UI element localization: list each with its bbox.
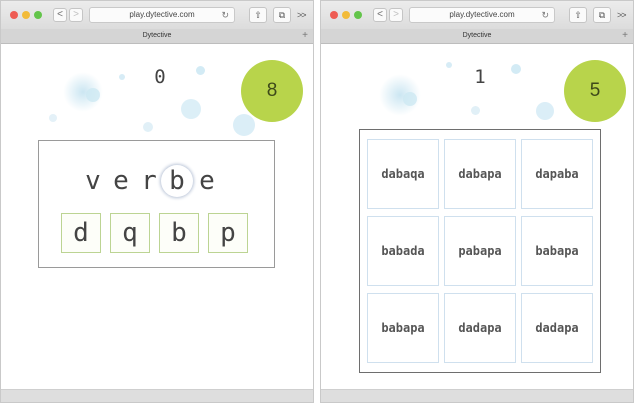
back-button[interactable]: < [373, 8, 387, 22]
close-window-button[interactable] [10, 11, 18, 19]
share-icon[interactable]: ⇧ [249, 7, 267, 23]
forward-button[interactable]: > [69, 8, 83, 22]
word-letter: e [199, 166, 215, 196]
url-text: play.dytective.com [449, 10, 515, 19]
background-bubble [511, 64, 521, 74]
score-counter: 0 [154, 66, 166, 88]
more-chevron-icon[interactable]: >> [617, 10, 626, 20]
minimize-window-button[interactable] [22, 11, 30, 19]
browser-toolbar: < > play.dytective.com ↻ ⇧ ⧉ >> [321, 1, 633, 30]
word-choice-cell[interactable]: dabapa [444, 139, 516, 209]
tab-bar: Dytective + [321, 29, 633, 44]
word-choice-cell[interactable]: babada [367, 216, 439, 286]
background-bubble [403, 92, 417, 106]
word-choice-cell[interactable]: dadapa [444, 293, 516, 363]
status-bar [1, 389, 313, 402]
background-bubble [49, 114, 57, 122]
zoom-window-button[interactable] [354, 11, 362, 19]
background-bubble [536, 102, 554, 120]
reload-icon[interactable]: ↻ [541, 8, 549, 22]
close-window-button[interactable] [330, 11, 338, 19]
word-grid: dabaqa dabapa dapaba babada pabapa babap… [359, 129, 601, 373]
word-choice-cell[interactable]: pabapa [444, 216, 516, 286]
tab-bar: Dytective + [1, 29, 313, 44]
background-bubble [471, 106, 480, 115]
tab-title[interactable]: Dytective [143, 32, 172, 39]
word-choice-cell[interactable]: dapaba [521, 139, 593, 209]
back-button[interactable]: < [53, 8, 67, 22]
missing-letter-slot: b [161, 165, 193, 197]
game-area: 1 5 dabaqa dabapa dapaba babada pabapa b… [321, 44, 633, 390]
more-chevron-icon[interactable]: >> [297, 10, 306, 20]
status-bar [321, 389, 633, 402]
url-text: play.dytective.com [129, 10, 195, 19]
address-bar[interactable]: play.dytective.com ↻ [89, 7, 235, 23]
new-tab-icon[interactable]: + [620, 29, 630, 42]
word-choice-cell[interactable]: dabaqa [367, 139, 439, 209]
letter-choice-button[interactable]: q [110, 213, 150, 253]
letter-choice-button[interactable]: p [208, 213, 248, 253]
share-icon[interactable]: ⇧ [569, 7, 587, 23]
word-choice-cell[interactable]: babapa [521, 216, 593, 286]
word-choice-cell[interactable]: babapa [367, 293, 439, 363]
new-tab-icon[interactable]: + [300, 29, 310, 42]
background-bubble [181, 99, 201, 119]
word-panel: v e r b e d q b p [38, 140, 275, 268]
tab-title[interactable]: Dytective [463, 32, 492, 39]
score-counter: 1 [474, 66, 486, 88]
letter-choice-button[interactable]: d [61, 213, 101, 253]
word-letter: e [113, 166, 129, 196]
minimize-window-button[interactable] [342, 11, 350, 19]
background-bubble [196, 66, 205, 75]
background-bubble [119, 74, 125, 80]
background-bubble [233, 114, 255, 136]
browser-window-left: < > play.dytective.com ↻ ⇧ ⧉ >> Dytectiv… [0, 0, 314, 403]
forward-button[interactable]: > [389, 8, 403, 22]
reload-icon[interactable]: ↻ [221, 8, 229, 22]
background-bubble [86, 88, 100, 102]
letter-choice-button[interactable]: b [159, 213, 199, 253]
show-tabs-icon[interactable]: ⧉ [273, 7, 291, 23]
countdown-timer: 8 [241, 60, 303, 122]
background-bubble [143, 122, 153, 132]
zoom-window-button[interactable] [34, 11, 42, 19]
browser-window-right: < > play.dytective.com ↻ ⇧ ⧉ >> Dytectiv… [320, 0, 634, 403]
word-letter: r [141, 166, 157, 196]
word-letter: v [85, 166, 101, 196]
show-tabs-icon[interactable]: ⧉ [593, 7, 611, 23]
word-choice-cell[interactable]: dadapa [521, 293, 593, 363]
game-area: 0 8 v e r b e d q b p [1, 44, 313, 390]
browser-toolbar: < > play.dytective.com ↻ ⇧ ⧉ >> [1, 1, 313, 30]
background-bubble [446, 62, 452, 68]
address-bar[interactable]: play.dytective.com ↻ [409, 7, 555, 23]
countdown-timer: 5 [564, 60, 626, 122]
